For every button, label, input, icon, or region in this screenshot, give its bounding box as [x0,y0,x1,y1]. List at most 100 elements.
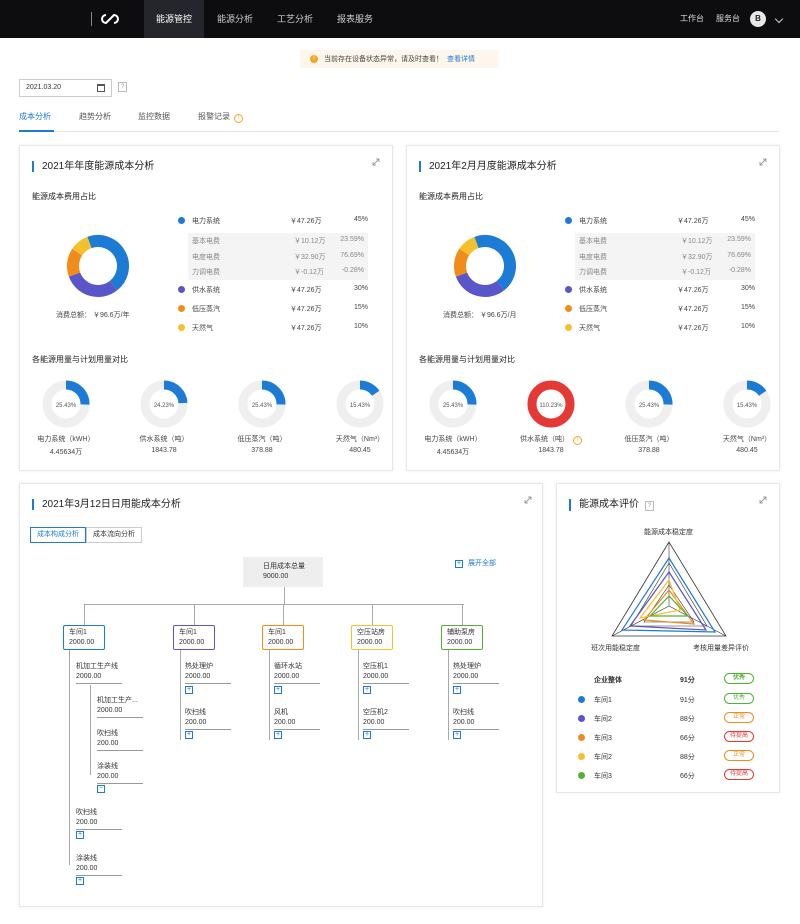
gauge-fill [648,380,673,405]
plus-icon[interactable]: + [274,686,282,694]
tree-node[interactable]: 空压机1 2000.00 [363,662,409,684]
evaluation-row: 车间3 66分 待提高 [578,731,768,745]
tree-node[interactable]: 涂装线 200.00 [76,854,122,876]
cost-flow-button[interactable]: 成本流向分析 [86,527,142,543]
minus-icon[interactable]: − [97,785,105,793]
plus-icon[interactable]: + [76,877,84,885]
gauge-pct: 24.23% [154,403,175,409]
card-title: 2021年3月12日日用能成本分析 [32,499,181,510]
nav-energy-analysis[interactable]: 能源分析 [208,0,262,38]
expand-icon[interactable] [759,496,767,504]
tab-trend-analysis[interactable]: 趋势分析 [79,111,111,122]
workshop-node[interactable]: 车间1 2000.00 [173,625,215,650]
usage-gauge: 110.23% [527,380,575,428]
workshop-value: 2000.00 [69,639,95,646]
tree-node[interactable]: 吹扫线 200.00 [185,708,231,730]
plus-icon[interactable]: + [185,686,193,694]
gauge-value: 378.88 [638,447,660,454]
electricity-subtable: 基本电费 ￥10.12万 23.59% 电度电费 ￥32.90万 76.69% 力调电费 ￥-… [188,233,368,280]
workshop-node[interactable]: 车间1 2000.00 [262,625,304,650]
plus-icon[interactable]: + [453,731,461,739]
row-dot [578,715,585,722]
grade-badge: 优秀 [724,693,754,704]
evaluation-row: 车间2 88分 正常 [578,712,768,726]
usage-gauge: 25.43% [42,380,90,428]
pie-slice [459,236,479,256]
cost-pie-chart [454,235,516,297]
expand-icon[interactable] [372,158,380,166]
monthly-cost-card: 2021年2月月度能源成本分析 能源成本费用占比 消费总额： ￥96.6万/月 … [406,145,780,471]
plus-icon[interactable]: + [76,831,84,839]
plus-icon[interactable]: + [453,686,461,694]
tree-node[interactable]: 循环水站 2000.00 [274,662,320,684]
nav-energy-control[interactable]: 能源管控 [144,0,204,38]
tree-connector [90,685,91,775]
legend-label: 供水系统 [192,287,220,294]
tree-node[interactable]: 涂装线 200.00 [97,762,143,784]
tree-node[interactable]: 吹扫线 200.00 [97,729,143,751]
help-icon[interactable]: ? [118,82,127,92]
tree-connector [372,604,373,625]
gauge-pct: 110.23% [539,403,563,409]
tree-connector [283,604,284,625]
chevron-down-icon[interactable] [774,14,784,24]
date-picker[interactable]: 2021.03.20 [19,79,112,97]
subtable-row: 电度电费 ￥32.90万 76.69% [579,251,751,261]
plus-icon[interactable]: + [363,731,371,739]
tree-node[interactable]: 机加工生产... 2000.00 [97,696,143,718]
workshop-node[interactable]: 车间1 2000.00 [63,625,105,650]
cost-composition-button[interactable]: 成本构成分析 [30,527,86,543]
legend-pct: 30% [740,285,755,292]
calendar-icon[interactable] [97,84,105,92]
tab-bar: 成本分析 趋势分析 监控数据 报警记录! [19,104,779,132]
tab-cost-analysis[interactable]: 成本分析 [19,111,51,122]
workshop-node[interactable]: 空压站房 2000.00 [351,625,393,650]
alert-banner: ! 当前存在设备状态异常，请及时查看！ 查看详情 [300,50,498,68]
plus-icon[interactable]: + [274,731,282,739]
tree-connector [358,650,359,740]
tree-connector [269,650,270,740]
subtable-row: 力调电费 ￥-0.12万 -0.28% [579,267,751,276]
tree-node[interactable]: 吹扫线 200.00 [76,808,122,830]
legend-pct: 15% [353,304,368,311]
gauge-pct: 25.43% [252,403,273,409]
tree-node[interactable]: 吹扫线 200.00 [453,708,499,730]
help-icon[interactable]: ? [645,501,654,511]
legend-value: ￥47.26万 [677,218,709,225]
tab-monitor-data[interactable]: 监控数据 [138,111,170,122]
legend-item: 低压蒸汽 ￥47.26万 15% [178,304,368,316]
tab-alarm-records[interactable]: 报警记录! [198,111,243,123]
logo[interactable] [91,11,120,27]
tree-node[interactable]: 热处理炉 2000.00 [453,662,499,684]
alert-link[interactable]: 查看详情 [447,54,475,64]
legend-label: 低压蒸汽 [192,306,220,313]
usage-gauge: 25.43% [625,380,673,428]
tree-node[interactable]: 热处理炉 2000.00 [185,662,231,684]
legend-dot [565,217,572,224]
workshop-node[interactable]: 辅助泵房 2000.00 [441,625,483,650]
legend-label: 供水系统 [579,287,607,294]
workshop-name: 车间1 [268,629,286,636]
gauge-label: 低压蒸汽（吨） [237,436,287,443]
plus-icon[interactable]: + [363,686,371,694]
plus-icon[interactable]: + [185,731,193,739]
expand-icon[interactable] [524,496,532,504]
workshop-name: 车间1 [179,629,197,636]
gauge-fill [359,380,380,397]
nav-service-desk[interactable]: 服务台 [716,0,740,38]
gauge-fill [452,380,477,405]
radar-axis-label: 能源成本稳定度 [644,529,693,536]
tree-node[interactable]: 空压机2 200.00 [363,708,409,730]
pie-slice [67,248,83,277]
expand-all-button[interactable]: + 展开全部 [455,558,496,568]
nav-process-analysis[interactable]: 工艺分析 [268,0,322,38]
legend-dot [178,286,185,293]
tree-node[interactable]: 机加工生产线 2000.00 [76,662,122,684]
nav-workbench[interactable]: 工作台 [680,0,704,38]
nav-report-service[interactable]: 报表服务 [328,0,382,38]
avatar[interactable]: B [750,11,766,27]
usage-gauge: 25.43% [429,380,477,428]
tree-node[interactable]: 风机 200.00 [274,708,320,730]
expand-icon[interactable] [759,158,767,166]
total-cost: 消费总额： ￥96.6万/年 [56,312,130,319]
